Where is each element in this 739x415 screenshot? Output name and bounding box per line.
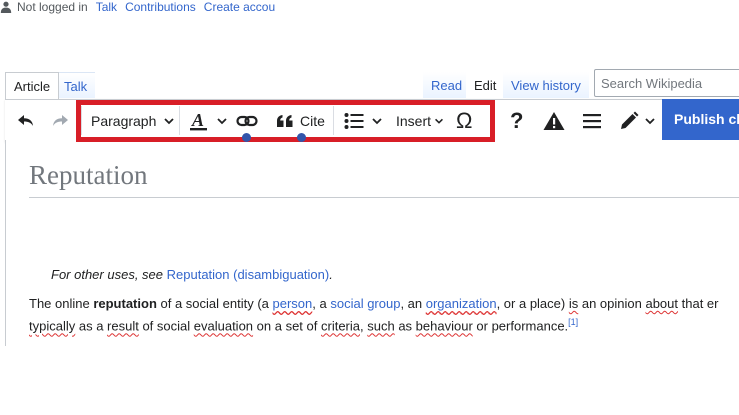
text-run: The online [29, 296, 94, 311]
person-link[interactable]: person [273, 296, 313, 311]
redo-icon [53, 114, 68, 126]
text-run: , an [400, 296, 426, 311]
hatnote: For other uses, see Reputation (disambig… [51, 267, 333, 282]
disambiguation-link[interactable]: Reputation (disambiguation) [167, 267, 330, 282]
text-run: of a social entity (a [156, 296, 273, 311]
reference-1-link[interactable]: [1] [568, 317, 578, 327]
user-icon [0, 1, 12, 13]
paragraph-dropdown[interactable]: Paragraph [91, 100, 176, 141]
pencil-icon [621, 111, 639, 129]
notices-button[interactable] [543, 100, 565, 141]
text-run: , or a place) [496, 296, 569, 311]
talk-link[interactable]: Talk [96, 0, 117, 14]
bold-term: reputation [93, 296, 157, 311]
text-style-icon: A [190, 110, 207, 130]
edit-mode-dropdown[interactable] [619, 100, 657, 141]
spellcheck-word: evaluation [193, 318, 254, 334]
paragraph-label: Paragraph [91, 112, 157, 129]
spellcheck-word: is [568, 296, 579, 311]
publish-changes-button[interactable]: Publish ch [662, 99, 739, 140]
page-options-button[interactable] [582, 100, 602, 141]
social-group-link[interactable]: social group [330, 296, 400, 311]
personal-tools: Not logged in Talk Contributions Create … [0, 0, 739, 14]
page-title[interactable]: Reputation [29, 160, 147, 191]
spellcheck-word: behaviour [415, 318, 473, 334]
tab-talk[interactable]: Talk [56, 72, 96, 98]
context-indicator-dot [297, 133, 306, 142]
text-run: , a [312, 296, 331, 311]
link-icon [236, 115, 258, 126]
spellcheck-word: criteria [320, 318, 360, 334]
text-run: that er [678, 296, 719, 311]
spellcheck-word: such [367, 318, 395, 334]
svg-text:A: A [191, 110, 204, 130]
hamburger-icon [583, 113, 601, 128]
toolbar-divider [333, 106, 334, 135]
special-character-button[interactable]: Ω [456, 100, 472, 141]
tab-edit[interactable]: Edit [466, 72, 505, 98]
redo-button[interactable] [50, 100, 70, 141]
blank-area [5, 346, 739, 415]
text-run: or performance. [472, 318, 569, 334]
list-dropdown[interactable] [344, 100, 384, 141]
omega-icon: Ω [456, 107, 473, 133]
text-style-dropdown[interactable]: A [189, 100, 229, 141]
spellcheck-word: about [645, 296, 679, 311]
chevron-down-icon [217, 117, 227, 124]
chevron-down-icon [164, 117, 175, 124]
not-logged-in-text: Not logged in [17, 0, 88, 14]
tab-view-history[interactable]: View history [503, 72, 589, 98]
editor-toolbar: Paragraph A Cite Insert Ω ? [5, 99, 739, 142]
text-run: an opinion [578, 296, 646, 311]
bulleted-list-icon [344, 112, 364, 129]
contributions-link[interactable]: Contributions [125, 0, 196, 14]
toolbar-divider [81, 106, 82, 135]
help-icon: ? [510, 107, 524, 133]
undo-button[interactable] [16, 100, 36, 141]
text-run: of social [138, 318, 194, 334]
hatnote-period: . [329, 267, 333, 282]
help-button[interactable]: ? [510, 100, 523, 141]
warning-icon [543, 111, 565, 130]
tab-read[interactable]: Read [423, 72, 471, 98]
cite-label: Cite [300, 112, 325, 129]
context-indicator-dot [242, 133, 251, 142]
toolbar-divider [179, 106, 180, 135]
chevron-down-icon [372, 117, 382, 124]
hatnote-text: For other uses, see [51, 267, 167, 282]
spellcheck-word: result [107, 318, 139, 334]
search-input[interactable]: Search Wikipedia [594, 69, 739, 97]
insert-label: Insert [396, 112, 432, 129]
insert-dropdown[interactable]: Insert [396, 100, 445, 141]
paragraph-1-line-2[interactable]: typically as a result of social evaluati… [29, 317, 578, 333]
spellcheck-word: typically [29, 318, 76, 334]
quote-icon [277, 114, 293, 127]
text-run: on a set of [253, 318, 321, 334]
create-account-link[interactable]: Create accou [204, 0, 275, 14]
paragraph-1[interactable]: The online reputation of a social entity… [29, 296, 718, 311]
chevron-down-icon [645, 117, 655, 124]
title-divider [29, 197, 739, 198]
undo-icon [18, 114, 33, 126]
organization-link[interactable]: organization [426, 296, 497, 311]
text-run: as [394, 318, 416, 334]
text-run: as a [75, 318, 108, 334]
tab-article[interactable]: Article [5, 72, 60, 99]
chevron-down-icon [435, 118, 443, 124]
